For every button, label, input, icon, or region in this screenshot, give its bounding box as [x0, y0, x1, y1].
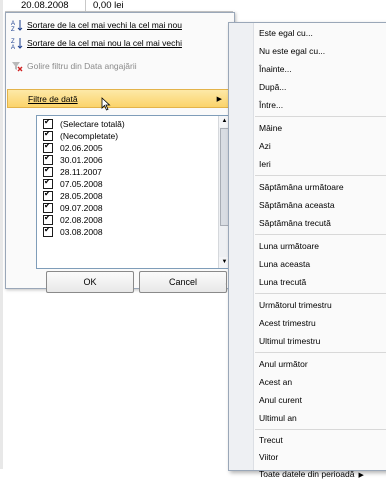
list-item-label: (Selectare totală)	[60, 118, 125, 129]
submenu-separator	[255, 116, 386, 117]
cancel-button[interactable]: Cancel	[139, 271, 227, 293]
checkbox-icon[interactable]	[43, 177, 53, 189]
sort-ascending-icon: AZ	[7, 15, 27, 34]
list-item[interactable]: 09.07.2008	[43, 201, 103, 213]
date-filters-item[interactable]: Filtre de dată ▶	[7, 89, 233, 108]
cell-separator	[85, 0, 86, 11]
list-item[interactable]: 02.06.2005	[43, 141, 103, 153]
svg-text:A: A	[11, 45, 15, 49]
submenu-item[interactable]: Înainte...	[259, 61, 292, 77]
clear-filter-item[interactable]: Golire filtru din Data angajării	[7, 56, 233, 75]
list-item[interactable]: (Selectare totală)	[43, 117, 125, 129]
checkbox-icon[interactable]	[43, 129, 53, 141]
list-item[interactable]: 02.08.2008	[43, 213, 103, 225]
sort-newest-item[interactable]: ZA Sortare de la cel mai nou la cel mai …	[7, 33, 233, 52]
autofilter-dropdown: AZ Sortare de la cel mai vechi la cel ma…	[5, 12, 235, 293]
list-item[interactable]: 07.05.2008	[43, 177, 103, 189]
submenu-item[interactable]: Acest trimestru	[259, 315, 316, 331]
sort-oldest-item[interactable]: AZ Sortare de la cel mai vechi la cel ma…	[7, 15, 233, 34]
submenu-arrow-icon: ▶	[358, 472, 364, 479]
submenu-item[interactable]: Săptămâna aceasta	[259, 197, 335, 213]
submenu-separator	[255, 293, 386, 294]
submenu-item[interactable]: Ultimul trimestru	[259, 333, 320, 349]
submenu-item[interactable]: Luna următoare	[259, 238, 319, 254]
list-item-label: 30.01.2006	[60, 154, 103, 165]
checkbox-icon[interactable]	[43, 213, 53, 225]
submenu-item[interactable]: Viitor	[259, 449, 278, 465]
submenu-item[interactable]: După...	[259, 79, 286, 95]
list-item-label: 28.11.2007	[60, 166, 102, 177]
list-item-label: 02.06.2005	[60, 142, 103, 153]
submenu-item[interactable]: Acest an	[259, 374, 292, 390]
submenu-separator	[255, 352, 386, 353]
mouse-cursor-icon	[101, 97, 111, 111]
checkbox-icon[interactable]	[43, 153, 53, 165]
submenu-item-all-dates[interactable]: Toate datele din perioadă ▶	[259, 466, 364, 482]
date-filters-label: Filtre de dată	[28, 93, 78, 104]
submenu-item[interactable]: Ultimul an	[259, 410, 297, 426]
list-item-label: 07.05.2008	[60, 178, 103, 189]
list-item[interactable]: 03.08.2008	[43, 225, 103, 237]
submenu-item[interactable]: Este egal cu...	[259, 25, 313, 41]
submenu-item[interactable]: Nu este egal cu...	[259, 43, 325, 59]
submenu-item[interactable]: Anul curent	[259, 392, 302, 408]
list-item-label: 02.08.2008	[60, 214, 103, 225]
checkbox-icon[interactable]	[43, 165, 53, 177]
submenu-item[interactable]: Între...	[259, 97, 283, 113]
checkbox-icon[interactable]	[43, 117, 53, 129]
date-filters-spacer	[8, 89, 28, 108]
submenu-item[interactable]: Luna aceasta	[259, 256, 310, 272]
submenu-item[interactable]: Luna trecută	[259, 274, 306, 290]
sort-oldest-label: Sortare de la cel mai vechi la cel mai n…	[27, 19, 182, 30]
submenu-item[interactable]: Trecut	[259, 432, 283, 448]
sort-newest-label: Sortare de la cel mai nou la cel mai vec…	[27, 37, 182, 48]
ok-button[interactable]: OK	[46, 271, 134, 293]
submenu-item-label: Toate datele din perioadă	[259, 469, 355, 479]
list-item-label: (Necompletate)	[60, 130, 119, 141]
list-item[interactable]: 28.11.2007	[43, 165, 102, 177]
submenu-item[interactable]: Săptămâna următoare	[259, 179, 344, 195]
checkbox-icon[interactable]	[43, 225, 53, 237]
checkbox-icon[interactable]	[43, 189, 53, 201]
submenu-item[interactable]: Următorul trimestru	[259, 297, 332, 313]
list-item-label: 28.05.2008	[60, 190, 103, 201]
sort-descending-icon: ZA	[7, 33, 27, 52]
list-item-label: 09.07.2008	[60, 202, 103, 213]
checkbox-icon[interactable]	[43, 201, 53, 213]
date-filters-submenu: Este egal cu... Nu este egal cu... Înain…	[228, 22, 386, 479]
checkbox-icon[interactable]	[43, 141, 53, 153]
submenu-separator	[255, 234, 386, 235]
list-item[interactable]: 28.05.2008	[43, 189, 103, 201]
submenu-item[interactable]: Mâine	[259, 120, 282, 136]
submenu-item[interactable]: Anul următor	[259, 356, 308, 372]
list-item-label: 03.08.2008	[60, 226, 103, 237]
sheet-row: 20.08.2008 0,00 lei	[5, 0, 233, 12]
excel-filter-screen: 20.08.2008 0,00 lei AZ Sortare de la cel…	[0, 0, 386, 479]
submenu-item[interactable]: Ieri	[259, 156, 271, 172]
list-item[interactable]: (Necompletate)	[43, 129, 119, 141]
value-list: (Selectare totală) (Necompletate) 02.06.…	[36, 115, 231, 269]
submenu-item[interactable]: Săptămâna trecută	[259, 215, 331, 231]
clear-filter-label: Golire filtru din Data angajării	[27, 60, 137, 71]
submenu-item[interactable]: Azi	[259, 138, 271, 154]
submenu-separator	[255, 175, 386, 176]
svg-text:Z: Z	[11, 27, 15, 31]
submenu-arrow-icon: ▶	[216, 95, 222, 103]
submenu-separator	[255, 429, 386, 430]
value-cell[interactable]: 0,00 lei	[93, 0, 163, 11]
list-item[interactable]: 30.01.2006	[43, 153, 103, 165]
left-border	[0, 0, 3, 469]
clear-filter-icon	[7, 56, 27, 75]
date-cell[interactable]: 20.08.2008	[21, 0, 81, 11]
submenu-gutter	[229, 23, 254, 470]
